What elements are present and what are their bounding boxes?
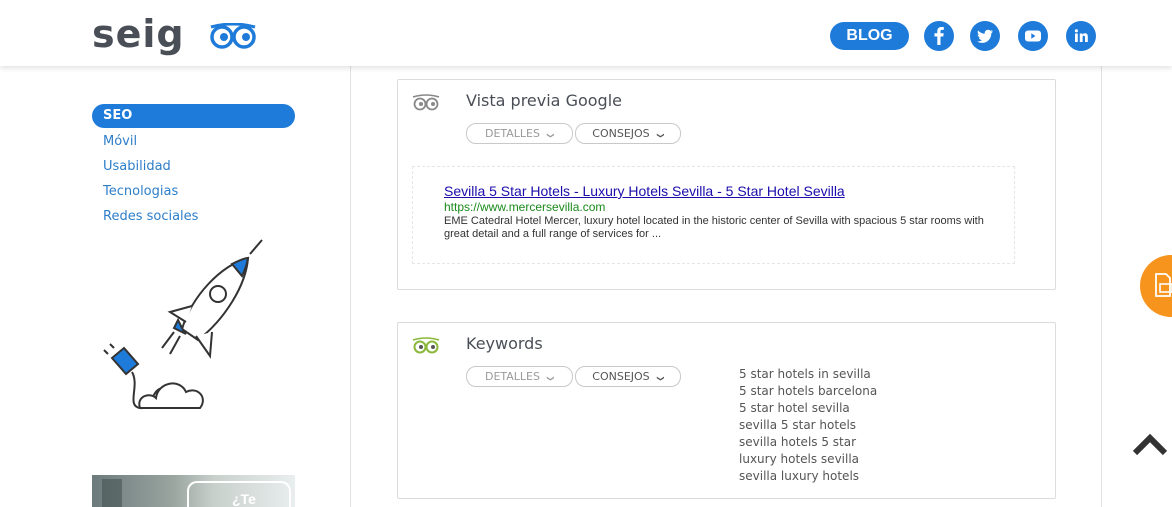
sidebar-item-redes-sociales[interactable]: Redes sociales: [92, 204, 295, 229]
tips-button[interactable]: CONSEJOS ❯: [575, 366, 681, 387]
details-button[interactable]: DETALLES ❯: [466, 123, 573, 144]
sidebar-item-tecnologias[interactable]: Tecnologias: [92, 179, 295, 204]
rocket-illustration: [103, 239, 263, 410]
keyword-item: sevilla luxury hotels: [739, 469, 860, 483]
google-serp-preview: Sevilla 5 Star Hotels - Luxury Hotels Se…: [412, 166, 1015, 264]
owl-eyes-icon: [412, 337, 440, 354]
sidebar-nav: SEO Móvil Usabilidad Tecnologias Redes s…: [92, 104, 295, 229]
card-title: Vista previa Google: [466, 91, 622, 110]
details-button[interactable]: DETALLES ❯: [466, 366, 573, 387]
content-right-divider: [1101, 66, 1102, 507]
pdf-file-icon: [1155, 273, 1172, 297]
keywords-card: Keywords DETALLES ❯ CONSEJOS ❯ 5 star ho…: [397, 322, 1056, 499]
serp-description: EME Catedral Hotel Mercer, luxury hotel …: [444, 215, 984, 240]
promo-banner-text: ¿Te: [232, 491, 256, 507]
sidebar-item-usabilidad[interactable]: Usabilidad: [92, 154, 295, 179]
keyword-item: sevilla 5 star hotels: [739, 418, 857, 432]
site-header: seig BLOG: [0, 0, 1172, 66]
pdf-download-button[interactable]: [1140, 255, 1172, 317]
chevron-down-icon: ❯: [656, 375, 665, 382]
scroll-top-icon[interactable]: [1132, 432, 1168, 456]
youtube-icon[interactable]: [1018, 21, 1048, 51]
serp-title-link[interactable]: Sevilla 5 Star Hotels - Luxury Hotels Se…: [444, 183, 845, 199]
sidebar-item-seo[interactable]: SEO: [92, 104, 295, 128]
details-label: DETALLES: [484, 127, 540, 140]
owl-eyes-icon: [412, 94, 440, 111]
card-title: Keywords: [466, 334, 543, 353]
sidebar-item-movil[interactable]: Móvil: [92, 129, 295, 154]
linkedin-icon[interactable]: [1066, 21, 1096, 51]
keyword-item: 5 star hotels in sevilla: [739, 367, 871, 381]
promo-banner[interactable]: ¿Te: [92, 475, 295, 507]
google-preview-card: Vista previa Google DETALLES ❯ CONSEJOS …: [397, 79, 1056, 290]
logo[interactable]: seig: [92, 12, 185, 56]
serp-url: https://www.mercersevilla.com: [444, 200, 606, 214]
twitter-icon[interactable]: [970, 21, 1000, 51]
tips-button[interactable]: CONSEJOS ❯: [575, 123, 681, 144]
blog-button[interactable]: BLOG: [830, 22, 909, 50]
chevron-down-icon: ❯: [656, 132, 665, 139]
keyword-item: sevilla hotels 5 star: [739, 435, 857, 449]
keyword-item: 5 star hotel sevilla: [739, 401, 850, 415]
facebook-icon[interactable]: [924, 21, 954, 51]
owl-eyes-icon: [210, 23, 256, 49]
chevron-down-icon: ❯: [546, 375, 555, 382]
tips-label: CONSEJOS: [592, 127, 650, 140]
chevron-down-icon: ❯: [546, 132, 555, 139]
tips-label: CONSEJOS: [592, 370, 650, 383]
keyword-list: 5 star hotels in sevilla 5 star hotels b…: [739, 366, 877, 485]
details-label: DETALLES: [484, 370, 540, 383]
sidebar-divider: [350, 66, 351, 507]
keyword-item: 5 star hotels barcelona: [739, 384, 878, 398]
keyword-item: luxury hotels sevilla: [739, 452, 860, 466]
